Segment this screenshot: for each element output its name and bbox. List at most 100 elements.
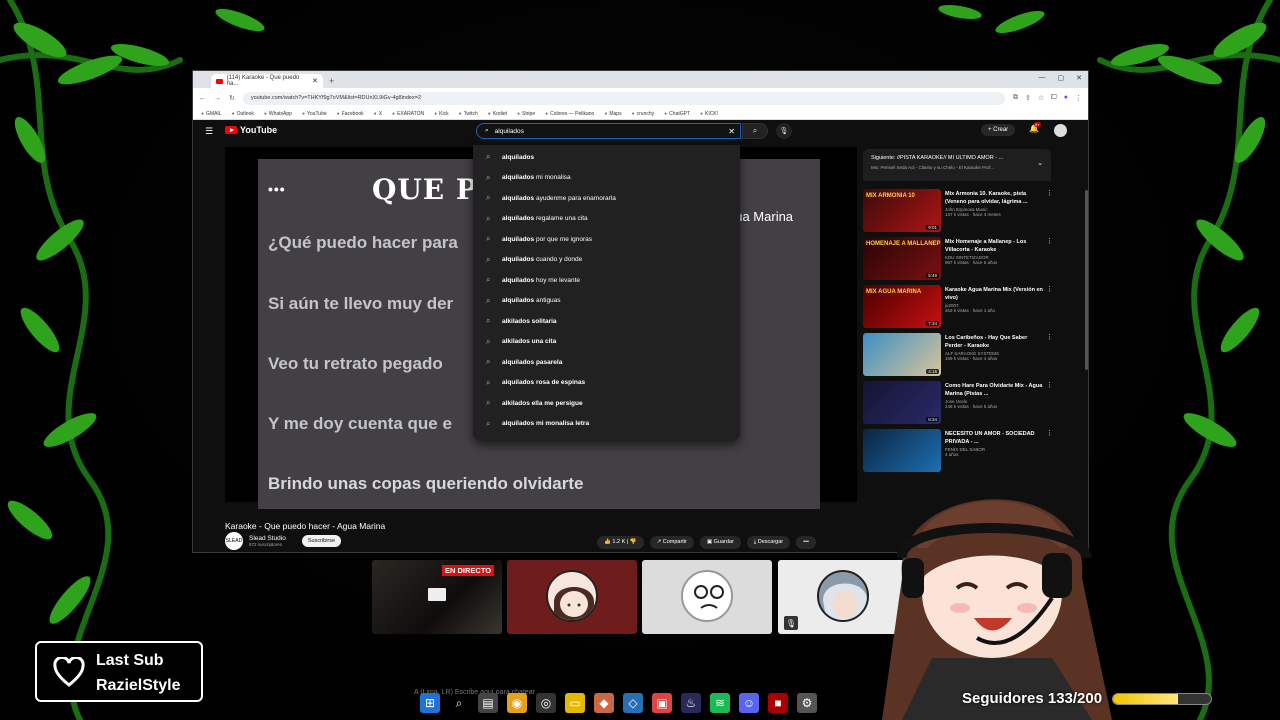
bookmark-item[interactable]: Facebook bbox=[337, 111, 364, 117]
bookmark-item[interactable]: KICK! bbox=[700, 111, 718, 117]
new-tab-button[interactable]: + bbox=[329, 76, 334, 88]
profile-icon[interactable]: ● bbox=[1064, 94, 1068, 102]
channel-name[interactable]: Slead Studio bbox=[249, 535, 286, 542]
more-actions-button[interactable]: ••• bbox=[796, 536, 816, 549]
more-options-icon[interactable]: ⋮ bbox=[1046, 429, 1053, 437]
bookmark-item[interactable]: Kodiet bbox=[488, 111, 507, 117]
video-title[interactable]: Como Hare Para Olvidarte Mix - Agua Mari… bbox=[945, 382, 1043, 398]
bookmark-item[interactable]: Kick bbox=[434, 111, 448, 117]
bookmark-item[interactable]: Outlook bbox=[232, 111, 254, 117]
spotify-icon[interactable]: ≋ bbox=[710, 693, 730, 713]
chevron-down-icon[interactable]: ⌄ bbox=[1037, 159, 1043, 167]
obs-icon[interactable]: ◎ bbox=[536, 693, 556, 713]
search-suggestion[interactable]: ⌕ alquilados antiguas bbox=[473, 291, 740, 312]
video-thumbnail[interactable]: HOMENAJE A MALLANEP 5:49 bbox=[863, 237, 941, 280]
install-icon[interactable]: ⧉ bbox=[1013, 94, 1018, 102]
create-button[interactable]: + Crear bbox=[981, 124, 1016, 136]
bookmark-item[interactable]: Maps bbox=[604, 111, 621, 117]
bookmark-item[interactable]: ChatGPT bbox=[664, 111, 690, 117]
recommended-video[interactable]: MIX ARMONIA 10 9:01 Mix Armonia 10. Karaok… bbox=[863, 189, 1053, 233]
forward-icon[interactable]: → bbox=[214, 95, 221, 102]
account-avatar[interactable] bbox=[1054, 124, 1067, 137]
bookmark-item[interactable]: Colores — Pelikano bbox=[545, 111, 594, 117]
search-suggestion[interactable]: ⌕ alquilados mi monalisa bbox=[473, 168, 740, 189]
more-options-icon[interactable]: ⋮ bbox=[1046, 285, 1053, 293]
video-title[interactable]: Mix Homenaje a Mallanep - Los Villacorta… bbox=[945, 238, 1043, 254]
maximize-icon[interactable]: ▢ bbox=[1058, 74, 1065, 82]
more-options-icon[interactable]: ⋮ bbox=[1046, 333, 1053, 341]
hamburger-menu-icon[interactable]: ☰ bbox=[205, 126, 213, 137]
recommended-video[interactable]: 8:34 Como Hare Para Olvidarte Mix - Agua … bbox=[863, 381, 1053, 425]
search-suggestion[interactable]: ⌕ alquilados mi monalisa letra bbox=[473, 414, 740, 435]
video-title[interactable]: Karaoke Agua Marina Mix (Versión en vivo… bbox=[945, 286, 1043, 302]
clear-search-icon[interactable]: ✕ bbox=[728, 127, 735, 136]
recommended-video[interactable]: HOMENAJE A MALLANEP 5:49 Mix Homenaje a Ma… bbox=[863, 237, 1053, 281]
bookmark-item[interactable]: crunchy bbox=[632, 111, 655, 117]
minimize-icon[interactable]: — bbox=[1039, 74, 1046, 82]
recommended-video[interactable]: 4:15 Los Caribeños - Hay Que Saber Perder… bbox=[863, 333, 1053, 377]
app-icon[interactable]: ◇ bbox=[623, 693, 643, 713]
channel-avatar[interactable]: SLEAD bbox=[225, 532, 243, 550]
share-icon[interactable]: ⇪ bbox=[1025, 94, 1031, 102]
video-title[interactable]: NECESITO UN AMOR - SOCIEDAD PRIVADA - ..… bbox=[945, 430, 1043, 446]
menu-icon[interactable]: ⋮ bbox=[1075, 94, 1082, 102]
share-button[interactable]: ↗ Compartir bbox=[649, 536, 694, 549]
notifications-button[interactable]: 🔔 9+ bbox=[1029, 122, 1041, 133]
more-options-icon[interactable]: ⋮ bbox=[1046, 189, 1053, 197]
back-icon[interactable]: ← bbox=[199, 95, 206, 102]
steam-icon[interactable]: ♨ bbox=[681, 693, 701, 713]
close-tab-icon[interactable]: ✕ bbox=[312, 77, 318, 85]
video-title[interactable]: Mix Armonia 10. Karaoke, pista (Veneno p… bbox=[945, 190, 1043, 206]
video-thumbnail[interactable]: MIX ARMONIA 10 9:01 bbox=[863, 189, 941, 232]
close-window-icon[interactable]: ✕ bbox=[1076, 74, 1082, 82]
url-field[interactable]: youtube.com/watch?v=THKYf9g7oVM&list=RDU… bbox=[242, 91, 1005, 105]
save-button[interactable]: ▣ Guardar bbox=[699, 536, 741, 549]
search-suggestion[interactable]: ⌕ alkilados una cita bbox=[473, 332, 740, 353]
subscribe-button[interactable]: Suscribirse bbox=[301, 535, 342, 547]
like-dislike-button[interactable]: 👍 1.2 K | 👎 bbox=[597, 536, 644, 549]
search-suggestion[interactable]: ⌕ alquilados bbox=[473, 147, 740, 168]
bookmark-item[interactable]: Twitch bbox=[459, 111, 478, 117]
video-thumbnail[interactable]: 8:34 bbox=[863, 381, 941, 424]
video-thumbnail[interactable]: 4:15 bbox=[863, 333, 941, 376]
search-suggestion[interactable]: ⌕ alquilados regalame una cita bbox=[473, 209, 740, 230]
app-icon[interactable]: ■ bbox=[768, 693, 788, 713]
app-icon[interactable]: ▣ bbox=[652, 693, 672, 713]
task-view-icon[interactable]: ▤ bbox=[478, 693, 498, 713]
bookmark-item[interactable]: WhatsApp bbox=[264, 111, 292, 117]
reload-icon[interactable]: ↻ bbox=[229, 94, 235, 102]
chrome-icon[interactable]: ◉ bbox=[507, 693, 527, 713]
extensions-icon[interactable]: ⧠ bbox=[1051, 94, 1057, 102]
youtube-logo[interactable]: YouTube bbox=[225, 125, 277, 135]
windows-start-icon[interactable]: ⊞ bbox=[420, 693, 440, 713]
search-suggestion[interactable]: ⌕ alquilados por que me ignoras bbox=[473, 229, 740, 250]
bookmark-item[interactable]: Stripe bbox=[517, 111, 535, 117]
bookmark-star-icon[interactable]: ☆ bbox=[1038, 94, 1044, 102]
search-suggestion[interactable]: ⌕ alquilados ayudenme para enamorarla bbox=[473, 188, 740, 209]
bookmark-item[interactable]: YouTube bbox=[302, 111, 327, 117]
search-icon[interactable]: ⌕ bbox=[449, 693, 469, 713]
scrollbar[interactable] bbox=[1085, 190, 1088, 370]
discord-icon[interactable]: ☺ bbox=[739, 693, 759, 713]
search-input[interactable]: ⌕ alquilados ✕ bbox=[476, 123, 741, 139]
bookmark-item[interactable]: GMAIL bbox=[201, 111, 222, 117]
search-suggestion[interactable]: ⌕ alkilados solitaria bbox=[473, 311, 740, 332]
more-options-icon[interactable]: ⋮ bbox=[1046, 381, 1053, 389]
more-options-icon[interactable]: ⋮ bbox=[1046, 237, 1053, 245]
video-title[interactable]: Los Caribeños - Hay Que Saber Perder - K… bbox=[945, 334, 1043, 350]
recommended-video[interactable]: MIX AGUA MARINA 7:34 Karaoke Agua Marina M… bbox=[863, 285, 1053, 329]
app-icon[interactable]: ◆ bbox=[594, 693, 614, 713]
search-suggestion[interactable]: ⌕ alkilados ella me persigue bbox=[473, 393, 740, 414]
up-next-panel[interactable]: Siguiente: //PISTA KARAOKE// MI ULTIMO A… bbox=[863, 149, 1051, 181]
video-thumbnail[interactable]: MIX AGUA MARINA 7:34 bbox=[863, 285, 941, 328]
search-button[interactable]: ⌕ bbox=[742, 123, 768, 139]
bookmark-item[interactable]: EXARATON bbox=[392, 111, 424, 117]
search-suggestion[interactable]: ⌕ alquilados pasarela bbox=[473, 352, 740, 373]
search-suggestion[interactable]: ⌕ alquilados rosa de espinas bbox=[473, 373, 740, 394]
voice-search-button[interactable]: 🎙 bbox=[776, 123, 792, 139]
app-icon[interactable]: ⚙ bbox=[797, 693, 817, 713]
search-suggestion[interactable]: ⌕ alquilados hoy me levante bbox=[473, 270, 740, 291]
bookmark-item[interactable]: X bbox=[374, 111, 382, 117]
download-button[interactable]: ⤓ Descargar bbox=[746, 536, 791, 549]
folder-icon[interactable]: ▭ bbox=[565, 693, 585, 713]
